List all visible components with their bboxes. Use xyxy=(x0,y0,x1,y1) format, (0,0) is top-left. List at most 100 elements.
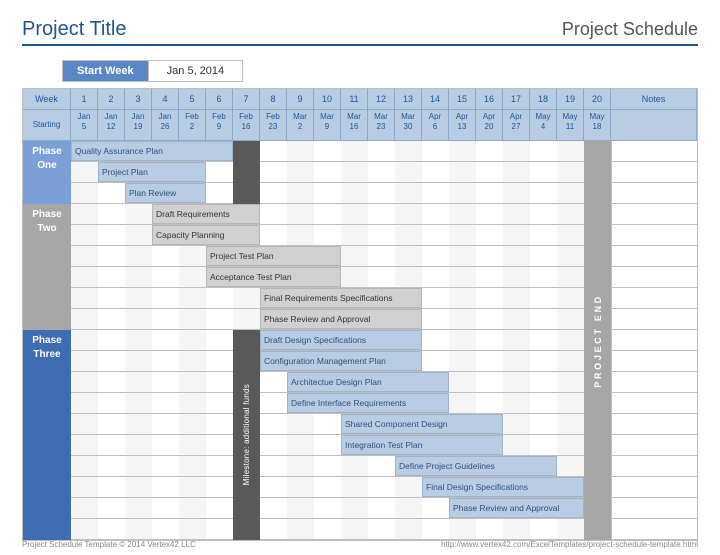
notes-cell[interactable] xyxy=(611,519,697,540)
milestone-marker xyxy=(233,141,260,204)
timeline-area: Milestone: additional funds PROJECT END … xyxy=(71,141,611,540)
week-date-3: Jan19 xyxy=(125,110,152,140)
notes-cell[interactable] xyxy=(611,351,697,372)
notes-cell[interactable] xyxy=(611,477,697,498)
notes-cell[interactable] xyxy=(611,498,697,519)
week-num-9: 9 xyxy=(287,89,314,109)
timeline-row: Acceptance Test Plan xyxy=(71,267,611,288)
notes-cell[interactable] xyxy=(611,288,697,309)
timeline-row: Capacity Planning xyxy=(71,225,611,246)
gantt-bar[interactable]: Final Design Specifications xyxy=(422,477,584,497)
phase-two-block: Phase Two xyxy=(23,204,71,330)
footer-copyright: Project Schedule Template © 2014 Vertex4… xyxy=(22,540,196,549)
gantt-bar[interactable]: Capacity Planning xyxy=(152,225,260,245)
week-date-15: Apr13 xyxy=(449,110,476,140)
gantt-bar[interactable]: Integration Test Plan xyxy=(341,435,503,455)
gantt-bar[interactable]: Project Test Plan xyxy=(206,246,341,266)
notes-column xyxy=(611,141,697,540)
timeline-row: Draft Requirements xyxy=(71,204,611,225)
project-end-marker: PROJECT END xyxy=(584,141,611,540)
notes-cell[interactable] xyxy=(611,309,697,330)
week-num-6: 6 xyxy=(206,89,233,109)
timeline-row: Draft Design Specifications xyxy=(71,330,611,351)
week-num-11: 11 xyxy=(341,89,368,109)
timeline-row: Phase Review and Approval xyxy=(71,498,611,519)
gantt-bar[interactable]: Architectue Design Plan xyxy=(287,372,449,392)
week-date-6: Feb9 xyxy=(206,110,233,140)
week-date-10: Mar9 xyxy=(314,110,341,140)
notes-cell[interactable] xyxy=(611,225,697,246)
timeline-row: Plan Review xyxy=(71,183,611,204)
start-week-row: Start Week Jan 5, 2014 xyxy=(62,60,698,82)
notes-cell[interactable] xyxy=(611,393,697,414)
notes-cell[interactable] xyxy=(611,330,697,351)
week-num-7: 7 xyxy=(233,89,260,109)
week-num-1: 1 xyxy=(71,89,98,109)
notes-cell[interactable] xyxy=(611,456,697,477)
notes-header: Notes xyxy=(611,89,697,109)
gantt-bar[interactable]: Phase Review and Approval xyxy=(449,498,584,518)
schedule-grid: Week 1234567891011121314151617181920 Not… xyxy=(22,88,698,541)
gantt-bar[interactable]: Quality Assurance Plan xyxy=(71,141,233,161)
gantt-bar[interactable]: Shared Component Design xyxy=(341,414,503,434)
week-date-19: May11 xyxy=(557,110,584,140)
gantt-bar[interactable]: Phase Review and Approval xyxy=(260,309,422,329)
notes-cell[interactable] xyxy=(611,162,697,183)
week-num-14: 14 xyxy=(422,89,449,109)
gantt-bar[interactable]: Define Interface Requirements xyxy=(287,393,449,413)
notes-cell[interactable] xyxy=(611,267,697,288)
week-date-2: Jan12 xyxy=(98,110,125,140)
phase-three-block: Phase Three xyxy=(23,330,71,540)
notes-cell[interactable] xyxy=(611,141,697,162)
schedule-title: Project Schedule xyxy=(562,19,698,40)
week-date-11: Mar16 xyxy=(341,110,368,140)
week-date-14: Apr6 xyxy=(422,110,449,140)
week-num-20: 20 xyxy=(584,89,611,109)
week-date-8: Feb23 xyxy=(260,110,287,140)
timeline-row: Final Requirements Specifications xyxy=(71,288,611,309)
week-date-5: Feb2 xyxy=(179,110,206,140)
gantt-bar[interactable]: Define Project Guidelines xyxy=(395,456,557,476)
week-num-8: 8 xyxy=(260,89,287,109)
week-label-header: Week xyxy=(23,89,71,109)
phases-column: Phase One Phase Two Phase Three xyxy=(23,141,71,540)
week-date-13: Mar30 xyxy=(395,110,422,140)
notes-cell[interactable] xyxy=(611,183,697,204)
timeline-row: Quality Assurance Plan xyxy=(71,141,611,162)
week-date-20: May18 xyxy=(584,110,611,140)
timeline-row: Shared Component Design xyxy=(71,414,611,435)
timeline-row: Project Plan xyxy=(71,162,611,183)
week-num-4: 4 xyxy=(152,89,179,109)
week-num-13: 13 xyxy=(395,89,422,109)
week-date-4: Jan26 xyxy=(152,110,179,140)
gantt-bar[interactable]: Configuration Management Plan xyxy=(260,351,422,371)
gantt-bar[interactable]: Draft Requirements xyxy=(152,204,260,224)
notes-cell[interactable] xyxy=(611,246,697,267)
start-week-value[interactable]: Jan 5, 2014 xyxy=(149,60,244,82)
gantt-bar[interactable]: Final Requirements Specifications xyxy=(260,288,422,308)
week-date-12: Mar23 xyxy=(368,110,395,140)
notes-cell[interactable] xyxy=(611,435,697,456)
gantt-bar[interactable]: Draft Design Specifications xyxy=(260,330,422,350)
gantt-bar[interactable]: Plan Review xyxy=(125,183,206,203)
notes-cell[interactable] xyxy=(611,372,697,393)
project-title: Project Title xyxy=(22,18,126,41)
phase-one-block: Phase One xyxy=(23,141,71,204)
gantt-bar[interactable]: Project Plan xyxy=(98,162,206,182)
week-num-12: 12 xyxy=(368,89,395,109)
header-row-week: Week 1234567891011121314151617181920 Not… xyxy=(23,89,697,110)
gantt-bar[interactable]: Acceptance Test Plan xyxy=(206,267,341,287)
week-num-18: 18 xyxy=(530,89,557,109)
footer-url: http://www.vertex42.com/ExcelTemplates/p… xyxy=(441,540,698,549)
week-num-15: 15 xyxy=(449,89,476,109)
timeline-row: Final Design Specifications xyxy=(71,477,611,498)
week-num-10: 10 xyxy=(314,89,341,109)
notes-cell[interactable] xyxy=(611,204,697,225)
week-date-7: Feb16 xyxy=(233,110,260,140)
timeline-row: Project Test Plan xyxy=(71,246,611,267)
notes-cell[interactable] xyxy=(611,414,697,435)
week-date-1: Jan5 xyxy=(71,110,98,140)
week-num-19: 19 xyxy=(557,89,584,109)
milestone-marker: Milestone: additional funds xyxy=(233,330,260,540)
timeline-row xyxy=(71,519,611,540)
